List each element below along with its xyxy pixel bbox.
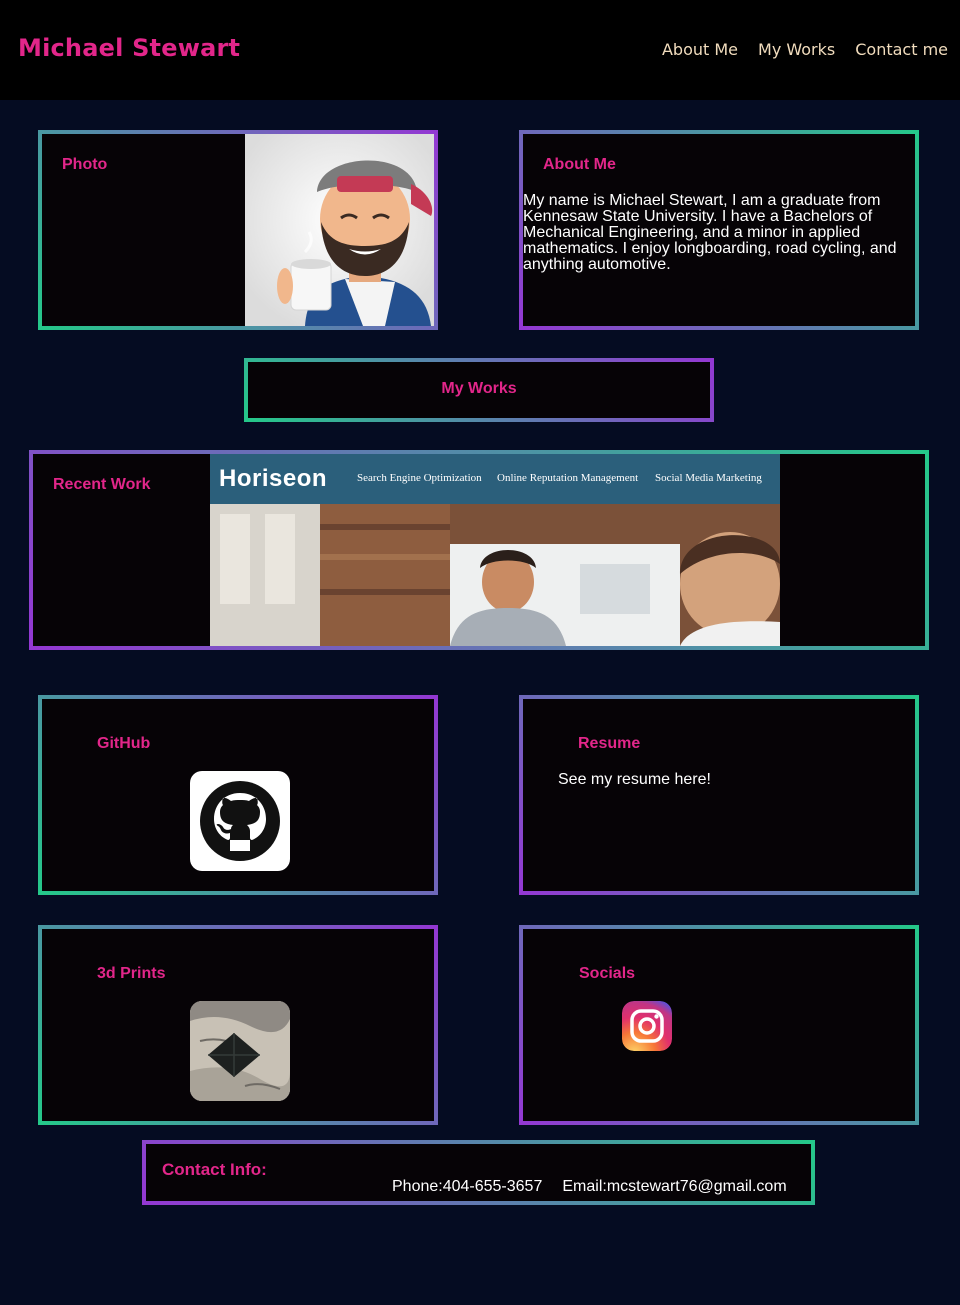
- office-photo: [210, 504, 780, 646]
- socials-card: Socials: [519, 925, 919, 1125]
- recent-work-card: Recent Work Horiseon Search Engine Optim…: [29, 450, 929, 650]
- nav-my-works[interactable]: My Works: [758, 40, 835, 59]
- about-title: About Me: [543, 156, 616, 173]
- socials-title: Socials: [579, 965, 636, 982]
- screenshot-logo: Horiseon: [219, 465, 328, 492]
- main-nav: About Me My Works Contact me: [662, 40, 948, 59]
- screenshot-navbar: Horiseon Search Engine Optimization Onli…: [210, 454, 780, 504]
- contact-title: Contact Info:: [162, 1160, 267, 1179]
- instagram-icon[interactable]: [622, 1001, 672, 1051]
- horiseon-screenshot[interactable]: Horiseon Search Engine Optimization Onli…: [210, 454, 780, 646]
- site-header: Michael Stewart About Me My Works Contac…: [0, 0, 960, 100]
- brand-title[interactable]: Michael Stewart: [18, 34, 240, 62]
- resume-card: Resume See my resume here!: [519, 695, 919, 895]
- contact-card: Contact Info: Phone:404-655-3657 Email:m…: [142, 1140, 815, 1205]
- about-text: My name is Michael Stewart, I am a gradu…: [523, 192, 897, 273]
- prints-card: 3d Prints: [38, 925, 438, 1125]
- screenshot-nav-smm: Social Media Marketing: [655, 472, 762, 484]
- github-card: GitHub: [38, 695, 438, 895]
- about-card: About Me My name is Michael Stewart, I a…: [519, 130, 919, 330]
- prints-photo[interactable]: [190, 1001, 290, 1101]
- contact-details: Phone:404-655-3657 Email:mcstewart76@gma…: [392, 1178, 787, 1196]
- avatar-photo: [245, 134, 434, 326]
- nav-about-me[interactable]: About Me: [662, 40, 738, 59]
- contact-phone[interactable]: Phone:404-655-3657: [392, 1178, 542, 1196]
- recent-work-title: Recent Work: [53, 476, 151, 493]
- github-icon[interactable]: [190, 771, 290, 871]
- contact-email[interactable]: Email:mcstewart76@gmail.com: [562, 1178, 786, 1196]
- prints-title: 3d Prints: [97, 965, 166, 982]
- screenshot-nav-orm: Online Reputation Management: [497, 472, 639, 484]
- my-works-banner: My Works: [244, 358, 714, 422]
- github-title: GitHub: [97, 735, 151, 752]
- my-works-title: My Works: [441, 380, 517, 397]
- resume-link[interactable]: See my resume here!: [558, 772, 711, 788]
- screenshot-nav-seo: Search Engine Optimization: [357, 472, 482, 484]
- nav-contact-me[interactable]: Contact me: [855, 40, 948, 59]
- photo-title: Photo: [62, 156, 108, 173]
- resume-title: Resume: [578, 735, 641, 752]
- photo-card: Photo: [38, 130, 438, 330]
